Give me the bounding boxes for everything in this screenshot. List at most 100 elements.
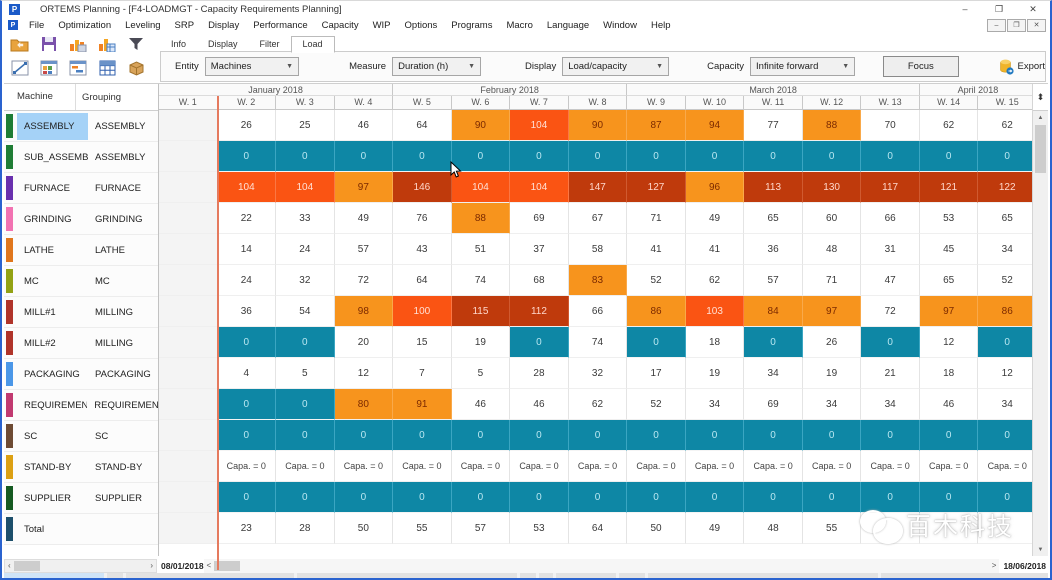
load-cell[interactable]: 46 bbox=[452, 389, 511, 420]
scroll-left-icon[interactable]: < bbox=[204, 560, 215, 572]
load-cell[interactable]: 0 bbox=[744, 420, 803, 451]
load-cell[interactable] bbox=[159, 420, 218, 451]
load-cell[interactable]: 0 bbox=[218, 420, 277, 451]
menu-capacity[interactable]: Capacity bbox=[315, 19, 366, 32]
load-cell[interactable]: 0 bbox=[978, 141, 1037, 172]
scroll-left-icon[interactable]: ‹ bbox=[5, 560, 14, 572]
minimize-button[interactable]: – bbox=[948, 1, 982, 17]
load-cell[interactable]: 0 bbox=[803, 482, 862, 513]
load-cell[interactable]: 57 bbox=[335, 234, 394, 265]
load-cell[interactable] bbox=[159, 358, 218, 389]
load-cell[interactable]: 0 bbox=[920, 420, 979, 451]
load-cell[interactable]: 26 bbox=[218, 110, 277, 141]
load-cell[interactable]: 0 bbox=[276, 420, 335, 451]
load-cell[interactable] bbox=[159, 203, 218, 234]
machine-name[interactable]: ASSEMBLY bbox=[17, 113, 88, 140]
mdi-minimize-button[interactable]: – bbox=[987, 19, 1006, 32]
load-cell[interactable]: 34 bbox=[978, 234, 1037, 265]
load-cell[interactable]: 36 bbox=[744, 234, 803, 265]
load-cell[interactable]: 65 bbox=[744, 203, 803, 234]
table-grid-icon[interactable] bbox=[95, 58, 119, 78]
load-cell[interactable]: 0 bbox=[686, 420, 745, 451]
load-cell[interactable]: 64 bbox=[393, 110, 452, 141]
machine-name[interactable]: MILL#2 bbox=[17, 330, 88, 357]
load-cell[interactable]: 58 bbox=[569, 234, 628, 265]
machine-row-grinding[interactable]: GRINDINGGRINDING bbox=[4, 204, 158, 235]
load-cell[interactable]: 51 bbox=[452, 234, 511, 265]
machine-name[interactable]: REQUIREMEN bbox=[17, 392, 87, 419]
load-cell[interactable]: 0 bbox=[393, 482, 452, 513]
load-cell[interactable]: 90 bbox=[452, 110, 511, 141]
menu-leveling[interactable]: Leveling bbox=[118, 19, 167, 32]
load-cell[interactable]: 12 bbox=[920, 327, 979, 358]
load-cell[interactable]: 65 bbox=[920, 265, 979, 296]
load-cell[interactable]: 74 bbox=[452, 265, 511, 296]
display-dropdown[interactable]: Load/capacity▼ bbox=[562, 57, 669, 76]
load-cell[interactable]: 68 bbox=[510, 265, 569, 296]
machine-name[interactable]: FURNACE bbox=[17, 175, 88, 202]
load-cell[interactable]: 41 bbox=[627, 234, 686, 265]
focus-button[interactable]: Focus bbox=[883, 56, 958, 77]
machine-name[interactable]: SUPPLIER bbox=[17, 485, 88, 512]
tab-load[interactable]: Load bbox=[291, 36, 335, 53]
load-cell[interactable]: 0 bbox=[276, 141, 335, 172]
load-cell[interactable]: 5 bbox=[276, 358, 335, 389]
load-cell[interactable]: 43 bbox=[393, 234, 452, 265]
menu-optimization[interactable]: Optimization bbox=[51, 19, 118, 32]
load-cell[interactable]: 121 bbox=[920, 172, 979, 203]
load-cell[interactable] bbox=[159, 482, 218, 513]
load-cell[interactable]: 97 bbox=[803, 296, 862, 327]
load-cell[interactable]: 14 bbox=[218, 234, 277, 265]
machine-name[interactable]: Total bbox=[17, 516, 88, 543]
load-cell[interactable]: 96 bbox=[686, 172, 745, 203]
load-cell[interactable]: 0 bbox=[335, 420, 394, 451]
load-cell[interactable]: Capa. = 0 bbox=[393, 451, 452, 482]
load-cell[interactable]: 15 bbox=[393, 327, 452, 358]
load-cell[interactable]: 69 bbox=[510, 203, 569, 234]
menu-help[interactable]: Help bbox=[644, 19, 678, 32]
load-cell[interactable]: 90 bbox=[569, 110, 628, 141]
load-cell[interactable]: 0 bbox=[627, 327, 686, 358]
machine-row-furnace[interactable]: FURNACEFURNACE bbox=[4, 173, 158, 204]
load-cell[interactable]: Capa. = 0 bbox=[920, 451, 979, 482]
load-cell[interactable]: 34 bbox=[861, 389, 920, 420]
load-cell[interactable]: 0 bbox=[686, 141, 745, 172]
load-cell[interactable]: 0 bbox=[510, 327, 569, 358]
menu-srp[interactable]: SRP bbox=[168, 19, 202, 32]
load-cell[interactable] bbox=[159, 234, 218, 265]
load-cell[interactable]: 94 bbox=[686, 110, 745, 141]
load-cell[interactable]: 69 bbox=[744, 389, 803, 420]
machine-row-stand-by[interactable]: STAND-BYSTAND-BY bbox=[4, 452, 158, 483]
load-cell[interactable]: 86 bbox=[627, 296, 686, 327]
load-cell[interactable]: Capa. = 0 bbox=[510, 451, 569, 482]
load-cell[interactable]: 80 bbox=[335, 389, 394, 420]
load-cell[interactable] bbox=[159, 110, 218, 141]
load-cell[interactable]: 0 bbox=[744, 482, 803, 513]
load-cell[interactable]: Capa. = 0 bbox=[218, 451, 277, 482]
load-cell[interactable]: 62 bbox=[686, 265, 745, 296]
load-cell[interactable]: 0 bbox=[335, 141, 394, 172]
load-cell[interactable]: 17 bbox=[627, 358, 686, 389]
load-cell[interactable]: 117 bbox=[861, 172, 920, 203]
load-cell[interactable]: 65 bbox=[978, 203, 1037, 234]
load-cell[interactable]: 112 bbox=[510, 296, 569, 327]
machine-name[interactable]: SC bbox=[17, 423, 88, 450]
load-cell[interactable]: 19 bbox=[686, 358, 745, 389]
load-cell[interactable]: 0 bbox=[803, 420, 862, 451]
menu-options[interactable]: Options bbox=[398, 19, 445, 32]
load-cell[interactable]: 28 bbox=[510, 358, 569, 389]
load-cell[interactable]: 0 bbox=[276, 389, 335, 420]
load-cell[interactable]: Capa. = 0 bbox=[861, 451, 920, 482]
load-cell[interactable]: 34 bbox=[803, 389, 862, 420]
machine-list-hscrollbar[interactable]: ‹ › bbox=[4, 559, 157, 573]
load-cell[interactable]: 0 bbox=[920, 141, 979, 172]
load-cell[interactable]: 23 bbox=[218, 513, 277, 544]
load-cell[interactable]: 32 bbox=[276, 265, 335, 296]
load-cell[interactable]: 83 bbox=[569, 265, 628, 296]
window-palette-icon[interactable] bbox=[37, 58, 61, 78]
load-cell[interactable]: 0 bbox=[686, 482, 745, 513]
filter-icon[interactable] bbox=[124, 34, 148, 54]
load-cell[interactable]: 19 bbox=[452, 327, 511, 358]
load-cell[interactable]: 64 bbox=[393, 265, 452, 296]
load-cell[interactable]: 7 bbox=[393, 358, 452, 389]
